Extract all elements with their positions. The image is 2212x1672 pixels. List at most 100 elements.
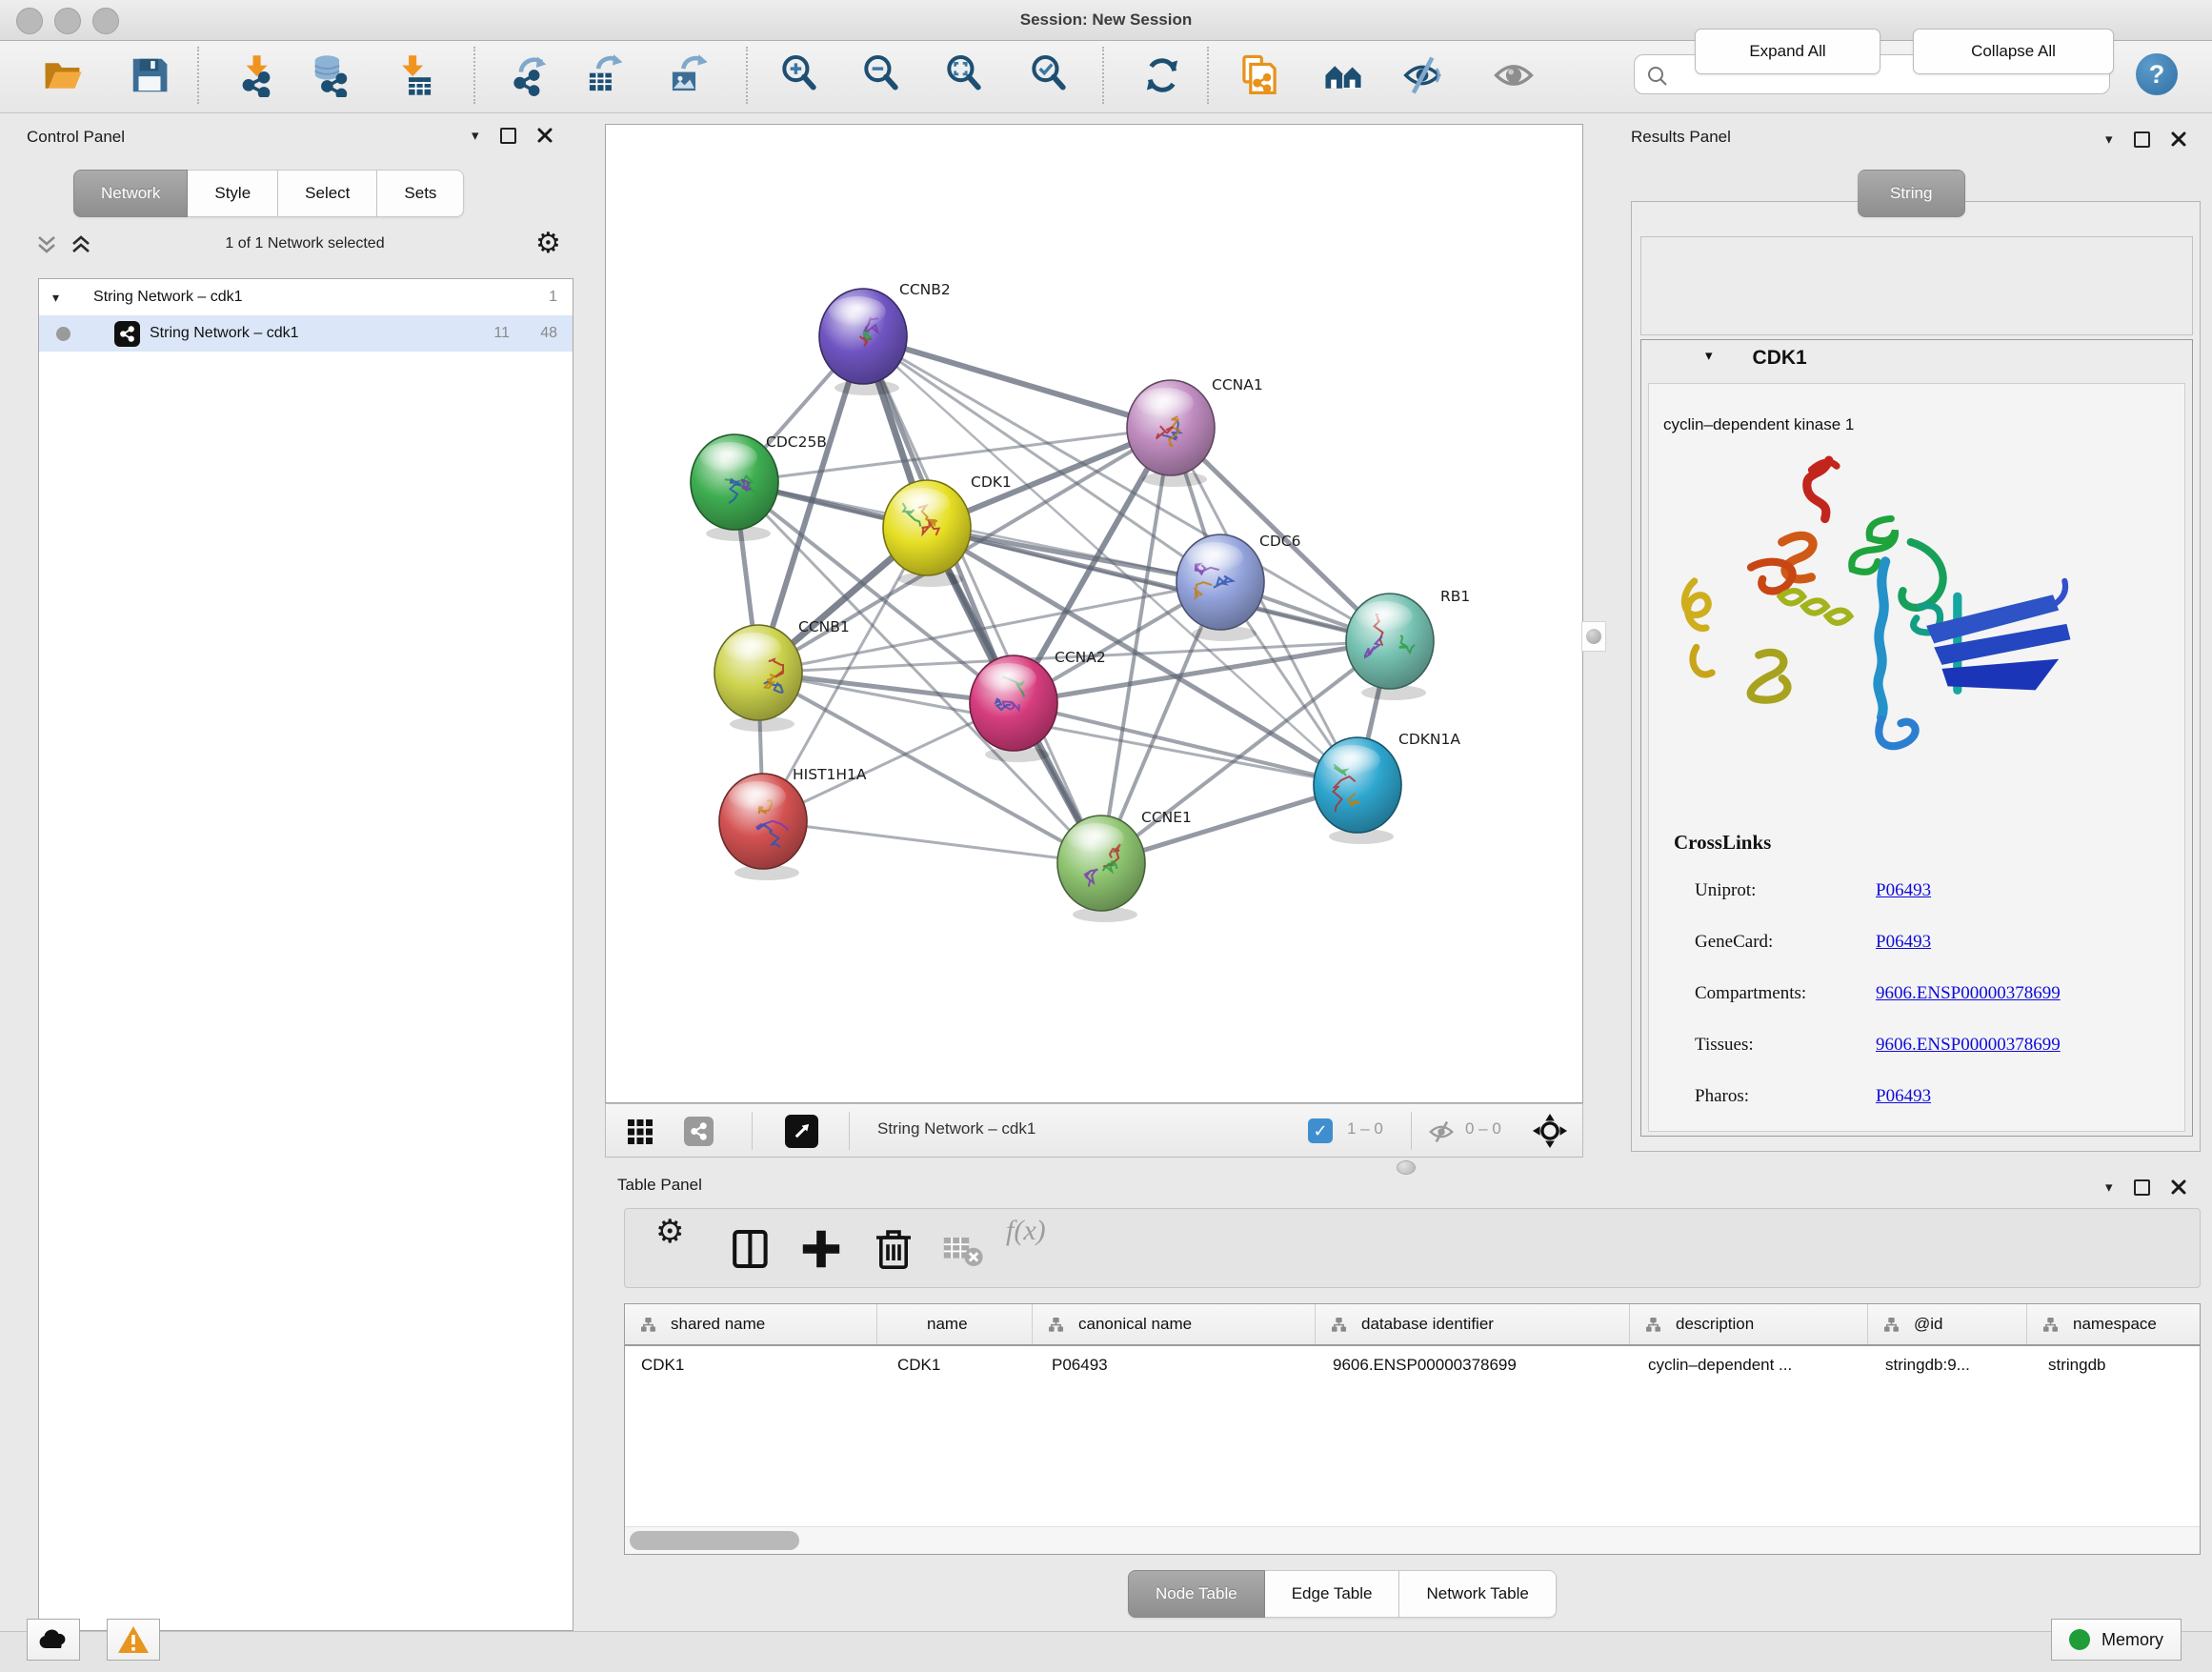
hide-unhide-icon[interactable] bbox=[1400, 53, 1444, 97]
export-image-icon[interactable] bbox=[666, 53, 710, 97]
zoom-out-icon[interactable] bbox=[860, 53, 904, 97]
table-header-label: canonical name bbox=[1078, 1315, 1192, 1334]
table-header-cell[interactable]: shared name bbox=[625, 1304, 877, 1344]
selected-checkbox[interactable]: ✓ bbox=[1308, 1118, 1333, 1143]
tab-select[interactable]: Select bbox=[278, 170, 377, 217]
tab-network-table[interactable]: Network Table bbox=[1399, 1570, 1556, 1618]
crosslink-link[interactable]: P06493 bbox=[1876, 932, 1931, 953]
save-session-icon[interactable] bbox=[128, 53, 171, 97]
help-button[interactable]: ? bbox=[2136, 53, 2178, 95]
network-collection-row[interactable]: ▾ String Network – cdk1 1 bbox=[39, 279, 573, 315]
table-header-cell[interactable]: name bbox=[877, 1304, 1033, 1344]
network-edge[interactable] bbox=[1014, 703, 1357, 785]
show-eye-icon[interactable] bbox=[1492, 53, 1536, 97]
panel-float-icon[interactable]: ▾ bbox=[2105, 1178, 2113, 1196]
memory-button[interactable]: Memory bbox=[2051, 1619, 2182, 1661]
zoom-selected-icon[interactable] bbox=[1028, 53, 1072, 97]
panel-float-icon[interactable]: ▾ bbox=[472, 127, 479, 144]
table-cell[interactable]: CDK1 bbox=[625, 1356, 877, 1375]
network-edge[interactable] bbox=[763, 821, 1101, 863]
table-row[interactable]: CDK1CDK1P064939606.ENSP00000378699cyclin… bbox=[625, 1346, 2200, 1384]
panel-maximize-icon[interactable] bbox=[2134, 1179, 2150, 1196]
network-edge[interactable] bbox=[927, 528, 1390, 641]
scrollbar-thumb[interactable] bbox=[630, 1531, 799, 1550]
network-view-title: String Network – cdk1 bbox=[877, 1119, 1036, 1138]
network-node-cdkn1a[interactable]: CDKN1A bbox=[1314, 731, 1460, 844]
import-network-icon[interactable] bbox=[234, 53, 278, 97]
delete-table-icon[interactable] bbox=[939, 1226, 985, 1272]
network-canvas[interactable]: CCNB2CCNA1CDC25BCDK1CDC6RB1CCNB1CCNA2CDK… bbox=[605, 124, 1583, 1103]
refresh-icon[interactable] bbox=[1140, 53, 1184, 97]
table-header-cell[interactable]: namespace bbox=[2027, 1304, 2200, 1344]
network-edge[interactable] bbox=[863, 336, 1101, 863]
tab-network[interactable]: Network bbox=[73, 170, 188, 217]
table-columns-icon[interactable] bbox=[728, 1226, 774, 1272]
panel-close-icon[interactable] bbox=[2171, 1179, 2186, 1195]
network-node-label: CDC6 bbox=[1259, 533, 1300, 550]
network-node-cdc6[interactable]: CDC6 bbox=[1176, 533, 1300, 641]
grid-view-icon[interactable] bbox=[627, 1118, 654, 1145]
crosslink-link[interactable]: 9606.ENSP00000378699 bbox=[1876, 1035, 2061, 1056]
panel-close-icon[interactable] bbox=[2171, 131, 2186, 147]
network-node-rb1[interactable]: RB1 bbox=[1346, 588, 1470, 700]
export-network-icon[interactable] bbox=[508, 53, 552, 97]
warnings-button[interactable] bbox=[107, 1619, 160, 1661]
network-row-selected[interactable]: String Network – cdk1 11 48 bbox=[39, 315, 573, 352]
panel-maximize-icon[interactable] bbox=[2134, 131, 2150, 148]
collapse-all-button[interactable]: Collapse All bbox=[1913, 29, 2114, 74]
export-table-icon[interactable] bbox=[583, 53, 627, 97]
network-edge[interactable] bbox=[863, 336, 1171, 428]
tree-collapse-icon[interactable]: ▾ bbox=[52, 290, 59, 306]
table-cell[interactable]: cyclin–dependent ... bbox=[1630, 1356, 1868, 1375]
tab-style[interactable]: Style bbox=[188, 170, 278, 217]
collapse-all-networks-icon[interactable] bbox=[34, 232, 59, 257]
network-share-view-icon[interactable] bbox=[684, 1117, 714, 1146]
expand-all-networks-icon[interactable] bbox=[69, 232, 93, 257]
tab-edge-table[interactable]: Edge Table bbox=[1265, 1570, 1400, 1618]
table-settings-gear-icon[interactable]: ⚙ bbox=[655, 1213, 684, 1251]
table-panel-title: Table Panel bbox=[617, 1176, 702, 1195]
tab-sets[interactable]: Sets bbox=[377, 170, 464, 217]
gene-collapse-icon[interactable]: ▾ bbox=[1705, 347, 1713, 370]
crosslink-link[interactable]: P06493 bbox=[1876, 1086, 1931, 1107]
import-table-icon[interactable] bbox=[393, 53, 437, 97]
table-header-cell[interactable]: database identifier bbox=[1316, 1304, 1630, 1344]
homes-icon[interactable] bbox=[1322, 53, 1366, 97]
table-cell[interactable]: 9606.ENSP00000378699 bbox=[1316, 1356, 1630, 1375]
table-header-cell[interactable]: canonical name bbox=[1033, 1304, 1316, 1344]
table-cell[interactable]: stringdb:9... bbox=[1868, 1356, 2027, 1375]
crosslink-link[interactable]: 9606.ENSP00000378699 bbox=[1876, 983, 2061, 1004]
open-session-icon[interactable] bbox=[41, 53, 85, 97]
string-copy-network-icon[interactable] bbox=[1237, 53, 1281, 97]
table-header-cell[interactable]: description bbox=[1630, 1304, 1868, 1344]
fit-selected-crosshair-icon[interactable] bbox=[1532, 1113, 1568, 1149]
network-node-ccne1[interactable]: CCNE1 bbox=[1057, 809, 1192, 922]
gene-header[interactable]: ▾ CDK1 bbox=[1705, 347, 1807, 370]
right-splitter-handle[interactable] bbox=[1581, 621, 1606, 652]
panel-close-icon[interactable] bbox=[537, 128, 553, 143]
cloud-button[interactable] bbox=[27, 1619, 80, 1661]
bottom-splitter-handle[interactable] bbox=[1397, 1160, 1416, 1175]
panel-float-icon[interactable]: ▾ bbox=[2105, 131, 2113, 148]
crosslink-link[interactable]: P06493 bbox=[1876, 880, 1931, 901]
add-column-icon[interactable] bbox=[798, 1226, 844, 1272]
network-node-ccnb2[interactable]: CCNB2 bbox=[819, 281, 951, 395]
network-node-ccnb1[interactable]: CCNB1 bbox=[714, 618, 850, 732]
table-header-cell[interactable]: @id bbox=[1868, 1304, 2027, 1344]
tab-node-table[interactable]: Node Table bbox=[1128, 1570, 1265, 1618]
table-cell[interactable]: CDK1 bbox=[877, 1356, 1033, 1375]
table-cell[interactable]: stringdb bbox=[2027, 1356, 2200, 1375]
table-cell[interactable]: P06493 bbox=[1033, 1356, 1316, 1375]
network-options-gear-icon[interactable]: ⚙ bbox=[535, 227, 561, 260]
birds-eye-view-icon[interactable] bbox=[785, 1115, 818, 1148]
network-edge-count: 48 bbox=[519, 325, 557, 342]
expand-all-button[interactable]: Expand All bbox=[1695, 29, 1880, 74]
tab-string[interactable]: String bbox=[1858, 170, 1965, 217]
function-builder-icon[interactable]: f(x) bbox=[1006, 1215, 1046, 1247]
delete-column-icon[interactable] bbox=[871, 1226, 916, 1272]
import-network-from-database-icon[interactable] bbox=[310, 53, 353, 97]
zoom-fit-icon[interactable] bbox=[943, 53, 987, 97]
zoom-in-icon[interactable] bbox=[778, 53, 822, 97]
panel-maximize-icon[interactable] bbox=[500, 128, 516, 144]
table-horizontal-scrollbar[interactable] bbox=[625, 1526, 2200, 1554]
